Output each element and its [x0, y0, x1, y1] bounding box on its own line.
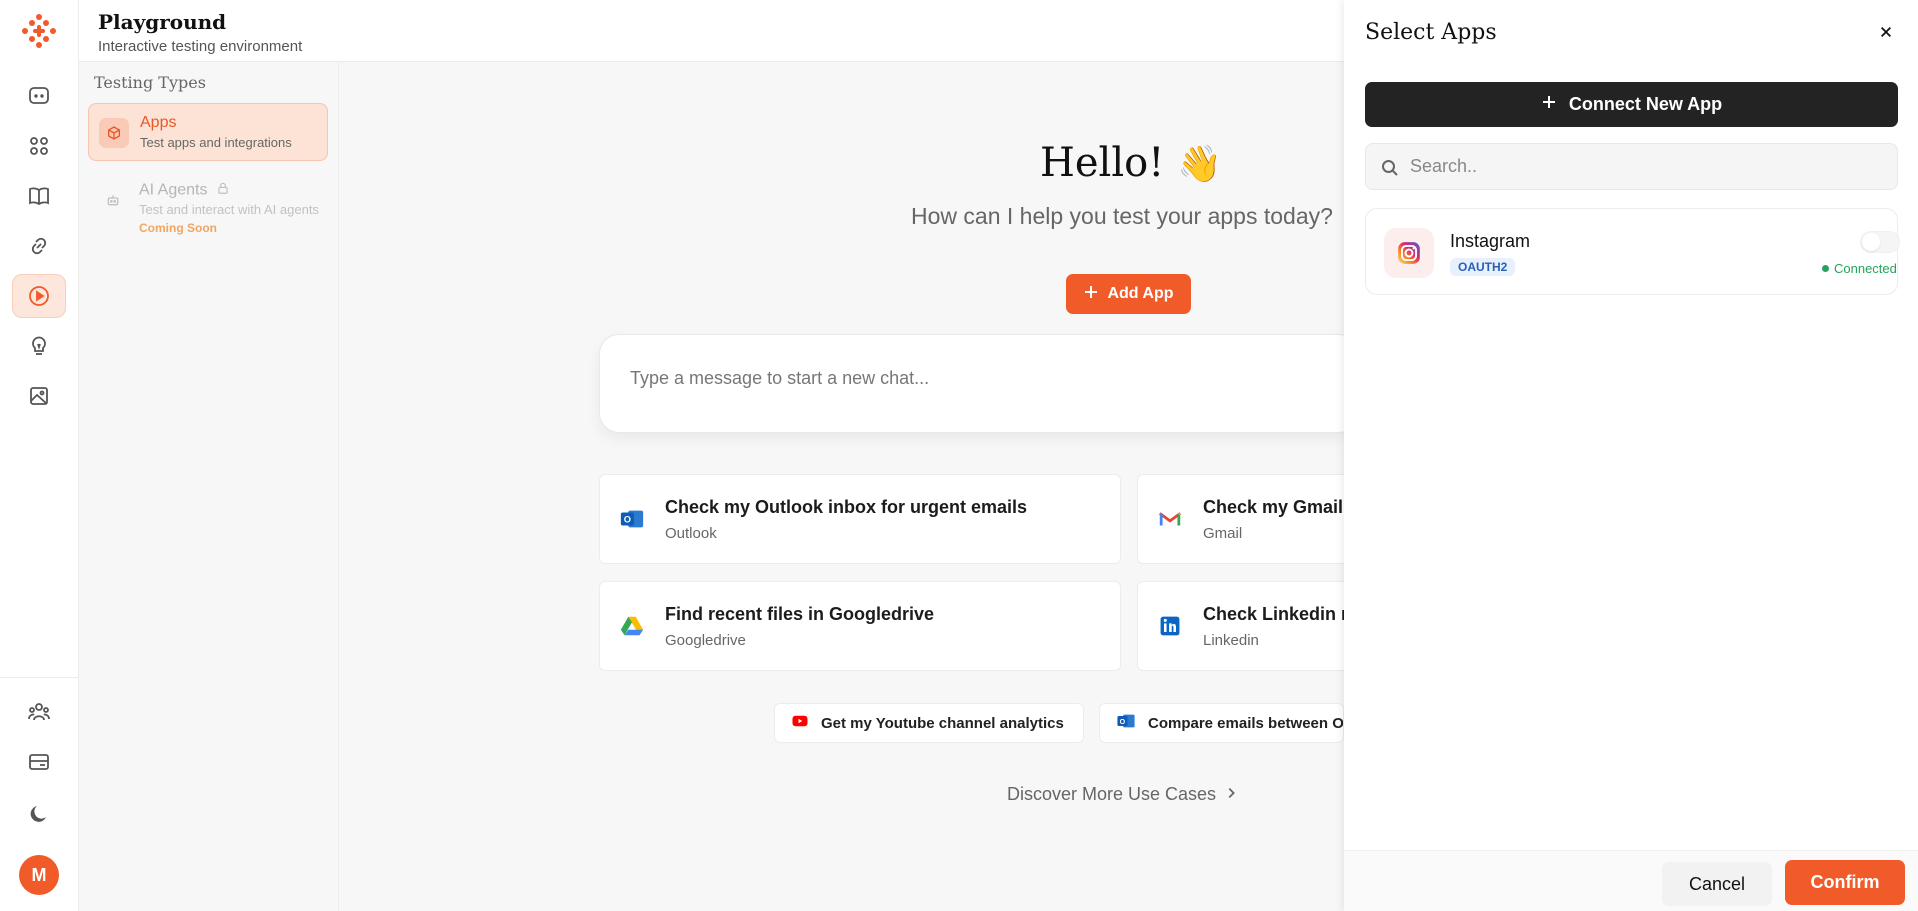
page-title: Playground	[98, 10, 227, 34]
outlook-icon: O	[1116, 711, 1136, 735]
greeting-text: Hello!	[1040, 140, 1165, 186]
discover-more-link[interactable]: Discover More Use Cases	[1007, 784, 1238, 805]
connect-new-app-button[interactable]: Connect New App	[1365, 82, 1898, 127]
chip-label: Compare emails between O	[1148, 714, 1344, 732]
chat-input[interactable]: Type a message to start a new chat...	[599, 334, 1359, 433]
bulb-icon[interactable]	[12, 324, 66, 368]
linkedin-icon	[1156, 612, 1184, 640]
book-icon[interactable]	[12, 174, 66, 218]
play-icon[interactable]	[12, 274, 66, 318]
gmail-icon	[1156, 505, 1184, 533]
coming-soon-badge: Coming Soon	[139, 221, 217, 235]
googledrive-icon	[618, 612, 646, 640]
chip-label: Get my Youtube channel analytics	[821, 714, 1064, 732]
chevron-right-icon	[1224, 784, 1238, 805]
rail-divider	[0, 677, 79, 678]
svg-text:O: O	[624, 515, 631, 525]
search-icon	[1380, 158, 1400, 178]
status-label: Connected	[1834, 261, 1897, 276]
moon-icon[interactable]	[12, 792, 66, 836]
suggestion-app: Linkedin	[1203, 632, 1259, 649]
drawer-title: Select Apps	[1365, 20, 1497, 45]
type-apps-title: Apps	[140, 114, 177, 131]
suggestion-chip[interactable]: Get my Youtube channel analytics	[774, 703, 1084, 743]
suggestion-app: Googledrive	[665, 632, 746, 649]
left-rail: M	[0, 0, 79, 911]
suggestion-title: Check my Gmail	[1203, 497, 1344, 517]
instagram-icon	[1384, 228, 1434, 278]
select-apps-drawer: Select Apps Connect New App Search.. Ins…	[1344, 0, 1918, 911]
add-app-label: Add App	[1107, 285, 1174, 302]
suggestion-title: Check Linkedin r	[1203, 604, 1349, 624]
app-card-instagram[interactable]: Instagram OAUTH2 Connected	[1365, 208, 1900, 295]
type-apps[interactable]: Apps Test apps and integrations	[88, 103, 328, 161]
image-icon[interactable]	[12, 374, 66, 418]
cube-icon	[99, 118, 129, 148]
plus-icon	[1083, 284, 1099, 305]
app-select-toggle[interactable]	[1860, 231, 1900, 253]
svg-text:O: O	[1120, 718, 1126, 726]
wave-icon: 👋	[1177, 144, 1222, 185]
outlook-icon: O	[618, 505, 646, 533]
billing-icon[interactable]	[12, 740, 66, 784]
app-name: Instagram	[1450, 231, 1531, 251]
cancel-button[interactable]: Cancel	[1662, 862, 1772, 906]
greeting: Hello! 👋	[1040, 140, 1222, 186]
close-icon[interactable]	[1872, 18, 1900, 46]
connection-status: Connected	[1822, 261, 1897, 276]
bot-icon	[98, 185, 128, 215]
type-ai-agents[interactable]: AI Agents Test and interact with AI agen…	[88, 171, 328, 235]
lock-icon	[216, 181, 230, 200]
search-box	[1365, 143, 1898, 190]
chat-placeholder: Type a message to start a new chat...	[630, 368, 930, 388]
suggestion-card[interactable]: O Check my Outlook inbox for urgent emai…	[599, 474, 1121, 564]
users-icon[interactable]	[12, 690, 66, 734]
grid-icon[interactable]	[12, 124, 66, 168]
type-apps-desc: Test apps and integrations	[140, 135, 292, 150]
testing-types-heading: Testing Types	[94, 73, 206, 92]
suggestion-chip[interactable]: O Compare emails between O	[1099, 703, 1344, 743]
avatar[interactable]: M	[19, 855, 59, 895]
type-ai-agents-label: AI Agents	[139, 181, 208, 199]
plus-icon	[1541, 94, 1557, 115]
suggestion-title: Find recent files in Googledrive	[665, 604, 935, 624]
suggestion-title: Check my Outlook inbox for urgent emails	[665, 497, 1028, 517]
discover-label: Discover More Use Cases	[1007, 784, 1217, 804]
connect-new-app-label: Connect New App	[1568, 94, 1723, 114]
search-input[interactable]	[1410, 144, 1890, 189]
add-app-button[interactable]: Add App	[1066, 274, 1191, 314]
chat-icon[interactable]	[12, 74, 66, 118]
youtube-icon	[791, 712, 809, 734]
confirm-button[interactable]: Confirm	[1785, 860, 1905, 905]
suggestion-app: Gmail	[1203, 525, 1243, 542]
suggestion-app: Outlook	[665, 525, 717, 542]
status-dot-icon	[1822, 265, 1829, 272]
type-ai-agents-title: AI Agents	[139, 181, 230, 200]
type-ai-agents-desc: Test and interact with AI agents	[139, 202, 319, 217]
auth-badge: OAUTH2	[1450, 258, 1516, 276]
greeting-subheading: How can I help you test your apps today?	[911, 203, 1333, 229]
link-icon[interactable]	[12, 224, 66, 268]
drawer-footer: Cancel Confirm	[1344, 850, 1918, 911]
logo-icon[interactable]	[20, 12, 58, 50]
testing-types-panel: Testing Types Apps Test apps and integra…	[79, 62, 339, 911]
suggestion-card[interactable]: Find recent files in Googledrive Googled…	[599, 581, 1121, 671]
page-subtitle: Interactive testing environment	[98, 38, 303, 55]
